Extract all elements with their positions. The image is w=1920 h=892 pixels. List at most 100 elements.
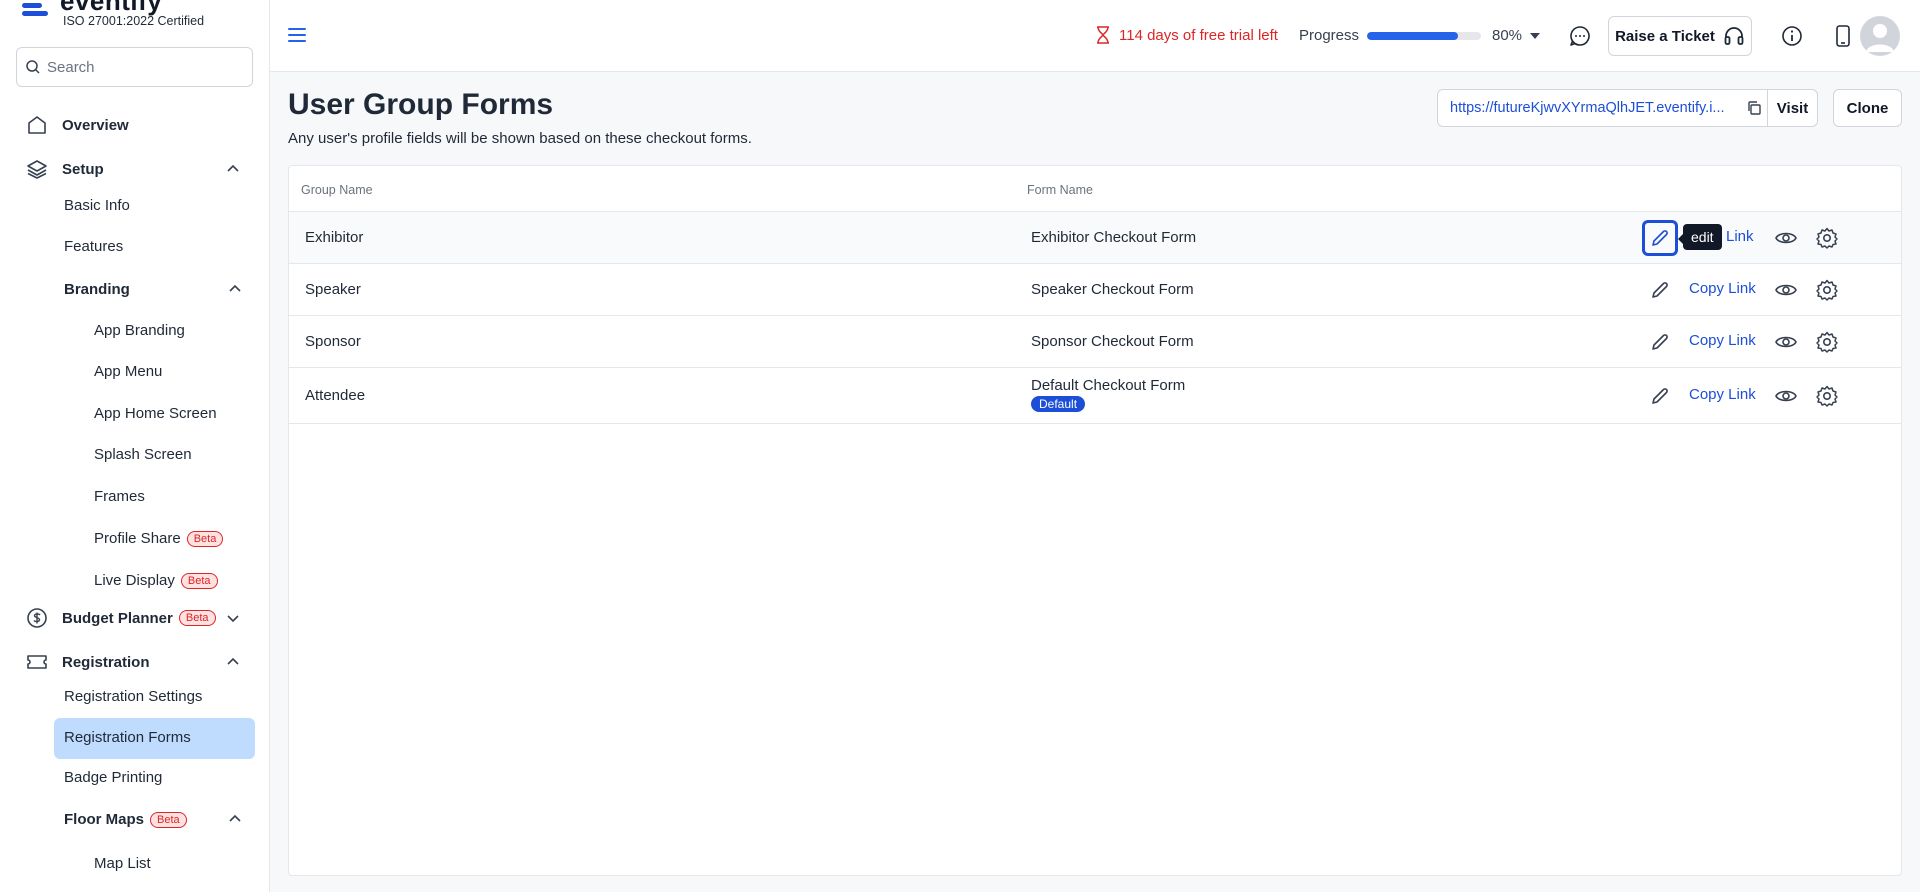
gear-icon[interactable]	[1815, 384, 1839, 408]
table-header: Group Name Form Name	[289, 166, 1901, 212]
sidebar-item-registration[interactable]: Registration	[24, 649, 150, 675]
edit-button[interactable]	[1646, 382, 1674, 410]
group-name-cell: Sponsor	[305, 333, 361, 350]
logo-mark-icon	[22, 0, 50, 16]
sidebar-item-app-branding[interactable]: App Branding	[94, 322, 185, 339]
eye-icon[interactable]	[1774, 278, 1798, 302]
copy-link-button[interactable]: Copy Link	[1689, 386, 1756, 403]
eye-icon[interactable]	[1774, 330, 1798, 354]
beta-badge: Beta	[180, 572, 218, 589]
copy-link-button[interactable]: Link	[1726, 228, 1754, 245]
avatar[interactable]	[1860, 16, 1900, 56]
sidebar-item-registration-forms[interactable]: Registration Forms	[64, 729, 191, 746]
top-header: 114 days of free trial left Progress 80%…	[270, 0, 1920, 72]
sidebar-item-basic-info[interactable]: Basic Info	[64, 197, 130, 214]
sidebar-item-label: Splash Screen	[94, 446, 192, 463]
user-group-forms-table: Group Name Form Name Exhibitor Exhibitor…	[288, 165, 1902, 876]
sidebar-item-label: Map List	[94, 855, 151, 872]
dollar-icon	[24, 605, 50, 631]
sidebar-item-app-menu[interactable]: App Menu	[94, 363, 162, 380]
copy-link-button[interactable]: Copy Link	[1689, 280, 1756, 297]
sidebar-item-label: Features	[64, 238, 124, 255]
sidebar-item-label: Basic Info	[64, 197, 130, 214]
sidebar-item-registration-settings[interactable]: Registration Settings	[64, 688, 202, 705]
chevron-up-icon[interactable]	[225, 161, 241, 177]
sidebar-item-label: App Branding	[94, 322, 185, 339]
copy-icon[interactable]	[1746, 100, 1762, 116]
clone-button[interactable]: Clone	[1833, 89, 1902, 127]
table-row: Exhibitor Exhibitor Checkout Form Link e…	[289, 212, 1901, 264]
group-name-cell: Attendee	[305, 387, 366, 404]
event-url-field[interactable]: https://futureKjwvXYrmaQlhJET.eventify.i…	[1437, 89, 1768, 127]
beta-badge: Beta	[178, 610, 216, 626]
chevron-up-icon[interactable]	[227, 811, 243, 827]
sidebar: eventify ISO 27001:2022 Certified Overvi…	[0, 0, 270, 892]
sidebar-item-features[interactable]: Features	[64, 238, 123, 255]
table-row: Sponsor Sponsor Checkout Form Copy Link	[289, 316, 1901, 368]
edit-button[interactable]	[1646, 276, 1674, 304]
home-icon	[24, 112, 50, 138]
pencil-icon	[1652, 282, 1668, 298]
hourglass-icon	[1097, 26, 1109, 44]
certification-text: ISO 27001:2022 Certified	[63, 14, 205, 28]
copy-link-button[interactable]: Copy Link	[1689, 332, 1756, 349]
search-box[interactable]	[16, 47, 253, 87]
mobile-icon[interactable]	[1831, 24, 1855, 48]
sidebar-item-overview[interactable]: Overview	[24, 112, 129, 138]
page-title: User Group Forms	[288, 88, 554, 121]
sidebar-item-label: App Menu	[94, 363, 163, 380]
event-url-text[interactable]: https://futureKjwvXYrmaQlhJET.eventify.i…	[1450, 100, 1738, 116]
sidebar-item-branding[interactable]: Branding	[64, 281, 130, 298]
progress-bar	[1367, 32, 1481, 40]
chevron-up-icon[interactable]	[225, 654, 241, 670]
chevron-down-icon[interactable]	[225, 610, 241, 626]
table-row: Speaker Speaker Checkout Form Copy Link	[289, 264, 1901, 316]
sidebar-item-map-list[interactable]: Map List	[94, 855, 151, 872]
progress-label: Progress	[1299, 27, 1360, 44]
sidebar-item-badge-printing[interactable]: Badge Printing	[64, 769, 162, 786]
pencil-icon	[1652, 388, 1668, 404]
sidebar-item-label: Branding	[64, 281, 130, 298]
chat-icon[interactable]	[1568, 24, 1592, 48]
edit-button[interactable]	[1646, 328, 1674, 356]
sidebar-item-splash-screen[interactable]: Splash Screen	[94, 446, 192, 463]
menu-toggle-icon[interactable]	[288, 28, 306, 44]
column-header-group: Group Name	[301, 183, 373, 197]
sidebar-item-label: Registration	[62, 653, 150, 671]
sidebar-item-label: Budget Planner	[62, 609, 173, 627]
progress-dropdown-caret-icon[interactable]	[1530, 33, 1540, 39]
search-input[interactable]	[47, 58, 237, 76]
sidebar-item-live-display[interactable]: Live Display Beta	[94, 572, 218, 589]
sidebar-item-profile-share[interactable]: Profile Share Beta	[94, 530, 224, 547]
sidebar-item-label: Overview	[62, 116, 129, 134]
sidebar-item-app-home-screen[interactable]: App Home Screen	[94, 405, 217, 422]
eye-icon[interactable]	[1774, 384, 1798, 408]
search-icon	[26, 60, 40, 74]
table-row: Attendee Default Checkout Form Default C…	[289, 368, 1901, 424]
form-name-cell: Default Checkout Form Default	[1031, 377, 1185, 412]
sidebar-item-floor-maps[interactable]: Floor Maps Beta	[64, 811, 187, 828]
beta-badge: Beta	[186, 530, 224, 547]
trial-notice: 114 days of free trial left	[1095, 26, 1278, 44]
default-badge: Default	[1031, 396, 1086, 412]
progress-value: 80%	[1492, 27, 1523, 44]
chevron-up-icon[interactable]	[227, 281, 243, 297]
sidebar-item-label: Live Display	[94, 572, 175, 589]
info-icon[interactable]	[1780, 24, 1804, 48]
eye-icon[interactable]	[1774, 226, 1798, 250]
group-name-cell: Exhibitor	[305, 229, 364, 246]
trial-text: 114 days of free trial left	[1119, 26, 1278, 44]
sidebar-item-frames[interactable]: Frames	[94, 488, 145, 505]
sidebar-item-label: Setup	[62, 160, 104, 178]
sidebar-item-label: Registration Forms	[64, 729, 191, 746]
sidebar-item-budget-planner[interactable]: Budget Planner Beta	[24, 605, 216, 631]
visit-button[interactable]: Visit	[1767, 89, 1818, 127]
sidebar-item-setup[interactable]: Setup	[24, 156, 104, 182]
gear-icon[interactable]	[1815, 278, 1839, 302]
sidebar-item-label: Registration Settings	[64, 688, 203, 705]
column-header-form: Form Name	[1027, 183, 1093, 197]
gear-icon[interactable]	[1815, 330, 1839, 354]
raise-ticket-button[interactable]: Raise a Ticket	[1608, 16, 1752, 56]
edit-button[interactable]	[1642, 220, 1678, 256]
gear-icon[interactable]	[1815, 226, 1839, 250]
